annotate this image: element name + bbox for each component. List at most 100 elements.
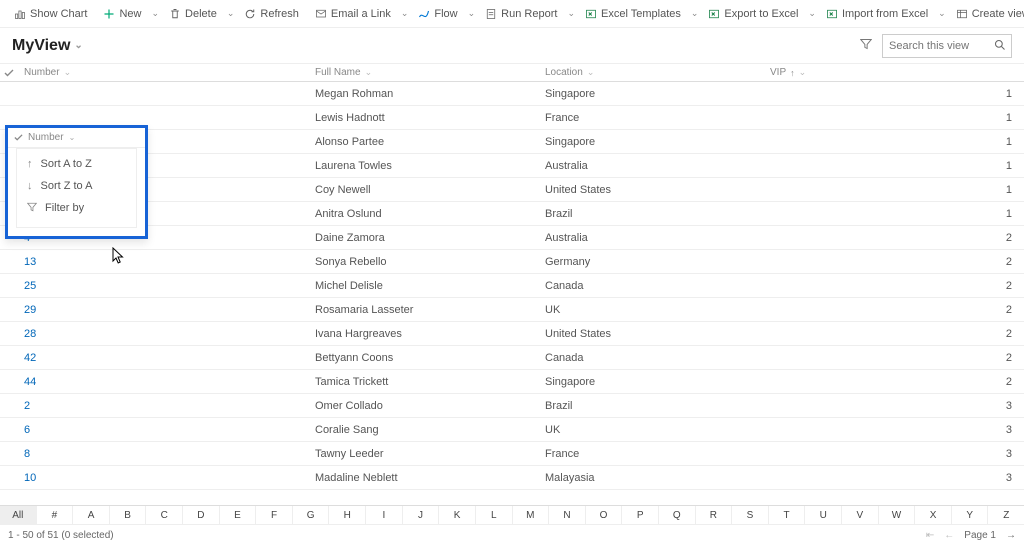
toolbar-run-report[interactable]: Run Report <box>479 5 563 23</box>
toolbar-refresh[interactable]: Refresh <box>238 5 305 23</box>
toolbar-import-from-excel[interactable]: Import from Excel <box>820 5 934 23</box>
alpha-n[interactable]: N <box>549 506 586 524</box>
alpha-i[interactable]: I <box>366 506 403 524</box>
table-row[interactable]: 50Anitra OslundBrazil1 <box>0 202 1024 226</box>
view-selector[interactable]: MyView ⌄ <box>12 37 83 55</box>
toolbar-show-chart[interactable]: Show Chart <box>8 5 93 23</box>
alpha-k[interactable]: K <box>439 506 476 524</box>
cell-vip: 2 <box>764 232 1024 244</box>
alpha-s[interactable]: S <box>732 506 769 524</box>
cell-location: France <box>539 448 764 460</box>
cell-number[interactable]: 42 <box>18 352 309 364</box>
column-menu-header[interactable]: Number ⌄ <box>8 128 145 148</box>
prev-page-icon[interactable]: ← <box>944 530 954 541</box>
alpha-j[interactable]: J <box>403 506 440 524</box>
search-icon[interactable] <box>994 39 1006 54</box>
toolbar-export-to-excel[interactable]: Export to Excel <box>702 5 804 23</box>
table-row[interactable]: 36Laurena TowlesAustralia1 <box>0 154 1024 178</box>
filter-icon[interactable] <box>860 38 872 53</box>
toolbar-delete[interactable]: Delete <box>163 5 223 23</box>
toolbar-dropdown[interactable]: ⌄ <box>227 8 235 19</box>
alpha-u[interactable]: U <box>805 506 842 524</box>
email-icon <box>315 8 327 20</box>
cell-vip: 1 <box>764 112 1024 124</box>
table-row[interactable]: 42Bettyann CoonsCanada2 <box>0 346 1024 370</box>
first-page-icon[interactable]: ⇤ <box>926 530 934 541</box>
toolbar-dropdown[interactable]: ⌄ <box>808 8 816 19</box>
select-all-checkbox[interactable] <box>0 64 18 81</box>
table-row[interactable]: 2Omer ColladoBrazil3 <box>0 394 1024 418</box>
chevron-down-icon: ⌄ <box>587 67 595 78</box>
cell-number[interactable]: 10 <box>18 472 309 484</box>
filter-by[interactable]: Filter by <box>17 197 136 219</box>
alpha-v[interactable]: V <box>842 506 879 524</box>
toolbar-dropdown[interactable]: ⌄ <box>468 8 476 19</box>
table-row[interactable]: 13Sonya RebelloGermany2 <box>0 250 1024 274</box>
toolbar-new[interactable]: New <box>97 5 147 23</box>
table-row[interactable]: 25Michel DelisleCanada2 <box>0 274 1024 298</box>
toolbar-create-view[interactable]: Create view <box>950 5 1024 23</box>
alpha-d[interactable]: D <box>183 506 220 524</box>
cell-vip: 2 <box>764 280 1024 292</box>
toolbar-flow[interactable]: Flow <box>412 5 463 23</box>
toolbar-dropdown[interactable]: ⌄ <box>401 8 409 19</box>
alpha-f[interactable]: F <box>256 506 293 524</box>
alpha-all[interactable]: All <box>0 506 37 524</box>
alpha-o[interactable]: O <box>586 506 623 524</box>
table-row[interactable]: 29Rosamaria LasseterUK2 <box>0 298 1024 322</box>
alpha-m[interactable]: M <box>513 506 550 524</box>
cell-number[interactable]: 44 <box>18 376 309 388</box>
alpha-a[interactable]: A <box>73 506 110 524</box>
table-row[interactable]: 8Tawny LeederFrance3 <box>0 442 1024 466</box>
next-page-icon[interactable]: → <box>1006 530 1016 541</box>
column-header-vip[interactable]: VIP ↑ ⌄ <box>764 64 1024 81</box>
table-row[interactable]: 39Coy NewellUnited States1 <box>0 178 1024 202</box>
search-input[interactable] <box>889 40 989 52</box>
alpha-r[interactable]: R <box>696 506 733 524</box>
table-row[interactable]: 4Daine ZamoraAustralia2 <box>0 226 1024 250</box>
createview-icon <box>956 8 968 20</box>
column-header-fullname[interactable]: Full Name ⌄ <box>309 64 539 81</box>
table-row[interactable]: Megan RohmanSingapore1 <box>0 82 1024 106</box>
cell-number[interactable]: 6 <box>18 424 309 436</box>
alpha-x[interactable]: X <box>915 506 952 524</box>
toolbar-dropdown[interactable]: ⌄ <box>567 8 575 19</box>
table-row[interactable]: 44Tamica TrickettSingapore2 <box>0 370 1024 394</box>
toolbar-dropdown[interactable]: ⌄ <box>152 8 160 19</box>
alpha-q[interactable]: Q <box>659 506 696 524</box>
arrow-up-icon: ↑ <box>27 158 33 170</box>
cell-number[interactable]: 28 <box>18 328 309 340</box>
alpha-l[interactable]: L <box>476 506 513 524</box>
alpha-b[interactable]: B <box>110 506 147 524</box>
alpha-e[interactable]: E <box>220 506 257 524</box>
alpha-h[interactable]: H <box>329 506 366 524</box>
alpha-z[interactable]: Z <box>988 506 1024 524</box>
toolbar-dropdown[interactable]: ⌄ <box>691 8 699 19</box>
sort-z-to-a[interactable]: ↓ Sort Z to A <box>17 175 136 197</box>
table-row[interactable]: Lewis HadnottFrance1 <box>0 106 1024 130</box>
table-row[interactable]: Alonso ParteeSingapore1 <box>0 130 1024 154</box>
toolbar-excel-templates[interactable]: Excel Templates <box>579 5 687 23</box>
sort-a-to-z[interactable]: ↑ Sort A to Z <box>17 153 136 175</box>
alpha-g[interactable]: G <box>293 506 330 524</box>
alpha-#[interactable]: # <box>37 506 74 524</box>
table-row[interactable]: 10Madaline NeblettMalayasia3 <box>0 466 1024 490</box>
table-row[interactable]: 6Coralie SangUK3 <box>0 418 1024 442</box>
cell-number[interactable]: 29 <box>18 304 309 316</box>
search-box[interactable] <box>882 34 1012 58</box>
toolbar-dropdown[interactable]: ⌄ <box>938 8 946 19</box>
chevron-down-icon: ⌄ <box>691 8 699 19</box>
table-row[interactable]: 28Ivana HargreavesUnited States2 <box>0 322 1024 346</box>
cell-number[interactable]: 25 <box>18 280 309 292</box>
alpha-p[interactable]: P <box>622 506 659 524</box>
cell-number[interactable]: 2 <box>18 400 309 412</box>
alpha-y[interactable]: Y <box>952 506 989 524</box>
cell-number[interactable]: 8 <box>18 448 309 460</box>
alpha-c[interactable]: C <box>146 506 183 524</box>
column-header-location[interactable]: Location ⌄ <box>539 64 764 81</box>
column-header-number[interactable]: Number ⌄ <box>18 64 309 81</box>
cell-number[interactable]: 13 <box>18 256 309 268</box>
alpha-w[interactable]: W <box>879 506 916 524</box>
toolbar-email-a-link[interactable]: Email a Link <box>309 5 397 23</box>
alpha-t[interactable]: T <box>769 506 806 524</box>
